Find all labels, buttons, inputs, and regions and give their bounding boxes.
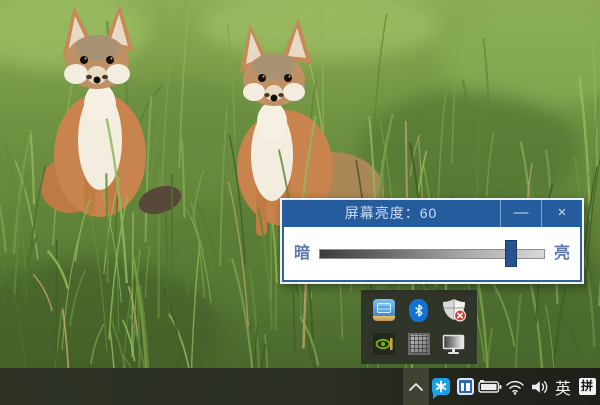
desktop: 屏幕亮度：60 — × 暗 亮	[0, 0, 600, 405]
bluetooth-icon[interactable]	[407, 298, 431, 322]
star-bubble-app-icon[interactable]	[429, 368, 453, 405]
volume-icon[interactable]	[527, 368, 553, 405]
chevron-up-icon	[409, 383, 423, 391]
brightness-dialog-titlebar: 屏幕亮度：60 — ×	[282, 200, 582, 227]
brightness-dialog-body: 暗 亮	[282, 227, 582, 282]
dialog-title: 屏幕亮度：60	[282, 200, 500, 227]
taskbar: 英 拼	[0, 368, 600, 405]
show-hidden-icons-button[interactable]	[403, 368, 429, 405]
brightness-slider-handle[interactable]	[505, 240, 517, 267]
brightness-slider[interactable]	[319, 240, 545, 267]
media-app-icon[interactable]	[453, 368, 477, 405]
wifi-icon[interactable]	[503, 368, 527, 405]
brightness-dialog: 屏幕亮度：60 — × 暗 亮	[280, 198, 584, 284]
tray-overflow-popup	[361, 290, 477, 364]
close-button[interactable]: ×	[541, 200, 582, 227]
nvidia-icon[interactable]	[372, 332, 396, 356]
dark-label: 暗	[294, 246, 310, 262]
minimize-button[interactable]: —	[500, 200, 541, 227]
battery-icon[interactable]	[477, 368, 503, 405]
display-icon[interactable]	[442, 332, 466, 356]
driver-app-icon[interactable]	[372, 298, 396, 322]
defender-shield-icon[interactable]	[442, 298, 466, 322]
grid-app-icon[interactable]	[407, 332, 431, 356]
ime-indicator[interactable]: 拼	[575, 368, 599, 405]
bright-label: 亮	[554, 246, 570, 262]
language-indicator[interactable]: 英	[551, 368, 575, 405]
